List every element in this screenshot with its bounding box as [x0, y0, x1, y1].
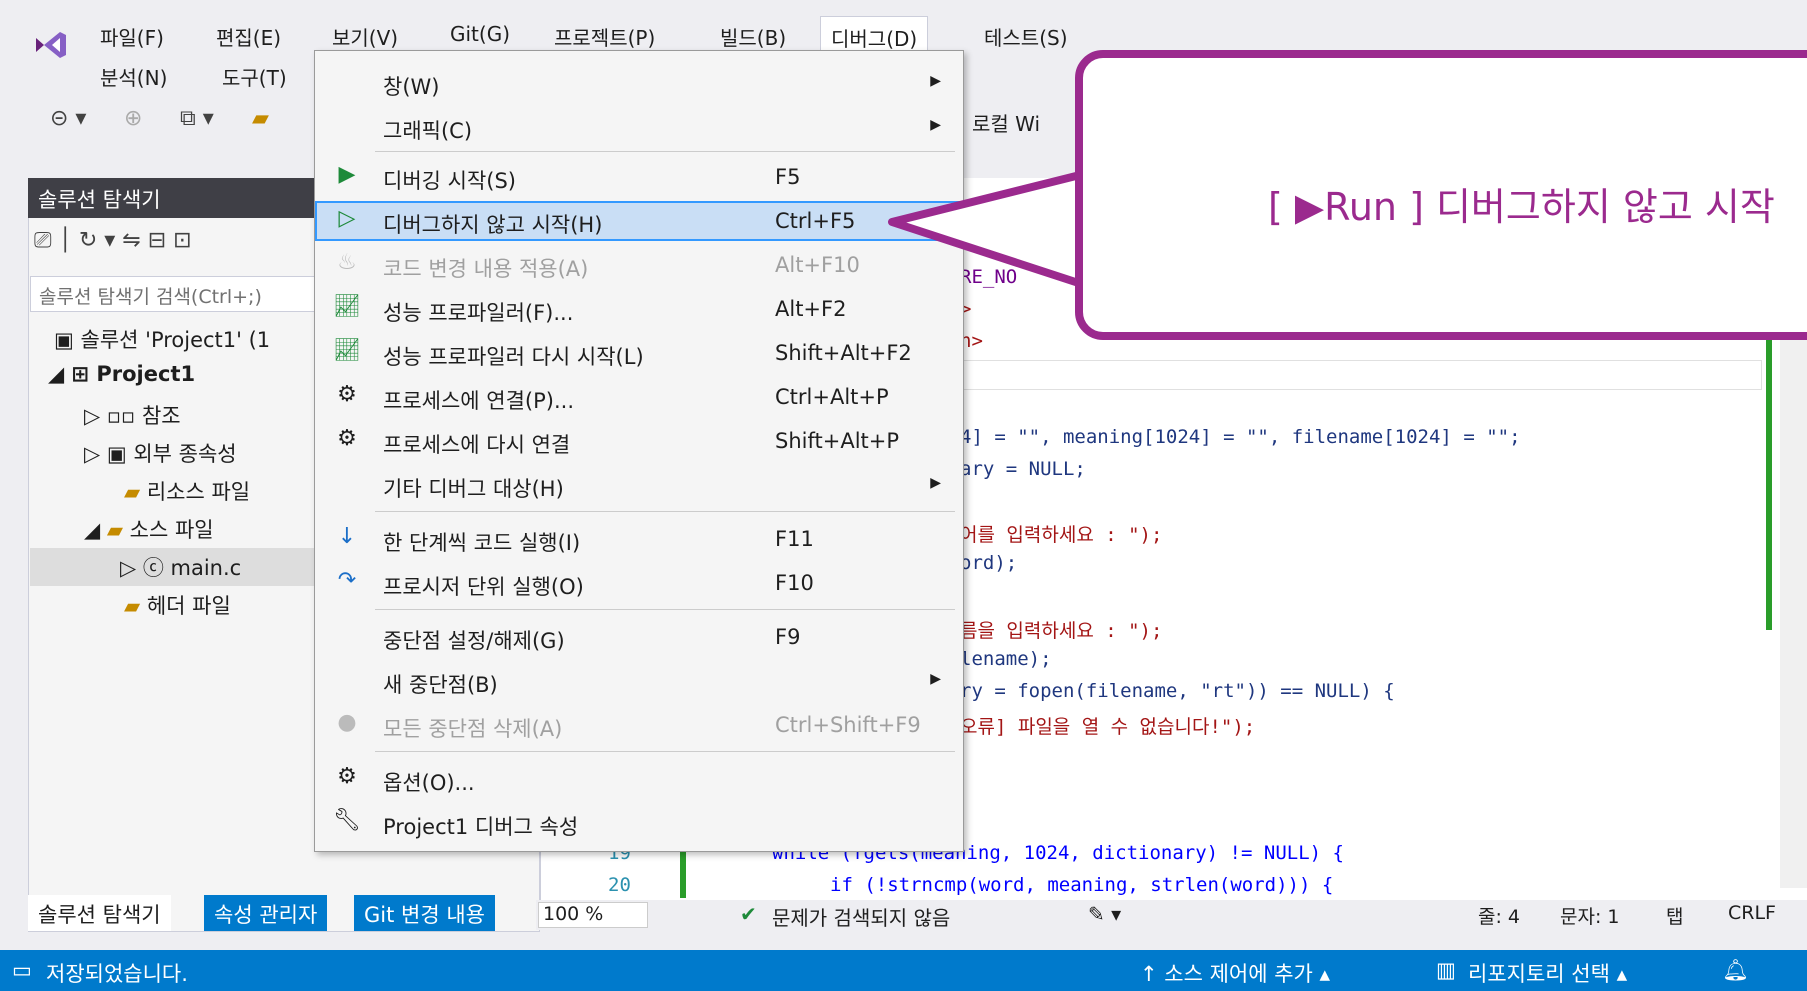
code-line-word: ord);	[960, 552, 1018, 574]
menu-item-reattach-to-process[interactable]: ⚙ 프로세스에 다시 연결 Shift+Alt+P	[315, 421, 963, 461]
code-line-prompt1: 어를 입력하세요 : ");	[960, 524, 1163, 546]
menu-item-attach-to-process[interactable]: ⚙ 프로세스에 연결(P)... Ctrl+Alt+P	[315, 377, 963, 417]
menu-item-other-debug-targets[interactable]: 기타 디버그 대상(H) ▶	[315, 465, 963, 505]
code-line-20: if (!strncmp(word, meaning, strlen(word)…	[830, 874, 1334, 896]
tree-project[interactable]: ◢ ⊞ Project1	[48, 362, 195, 386]
code-line-prompt2: 름을 입력하세요 : ");	[960, 620, 1163, 642]
menu-analyze[interactable]: 분석(N)	[100, 62, 167, 91]
tab-git-changes[interactable]: Git 변경 내용	[354, 895, 495, 931]
open-folder-icon[interactable]: ▰	[252, 106, 269, 131]
step-into-icon: ↓	[337, 524, 357, 549]
select-repository[interactable]: 리포지토리 선택 ▴	[1468, 958, 1627, 988]
menu-item-relaunch-profiler[interactable]: 📈︎ 성능 프로파일러 다시 시작(L) Shift+Alt+F2	[315, 333, 963, 373]
line-number-20: 20	[608, 874, 631, 896]
debug-menu-dropdown: 창(W) ▶ 그래픽(C) ▶ ▶ 디버깅 시작(S) F5 ▷ 디버그하지 않고 시…	[314, 50, 964, 852]
flame-icon: ♨	[337, 250, 357, 275]
change-marker	[1766, 300, 1772, 630]
tree-references[interactable]: ▷ ▫▫ 참조	[84, 400, 181, 430]
solution-explorer-toolbar: ⎚ │ ↻ ▾ ⇋ ⊟ ⊡	[34, 228, 192, 253]
delete-breakpoints-icon: ●	[337, 710, 357, 735]
wrench-icon: 🔧︎	[333, 808, 361, 833]
col-indicator[interactable]: 문자: 1	[1560, 902, 1620, 929]
submenu-arrow-icon: ▶	[930, 73, 941, 89]
zoom-select[interactable]: 100 %	[538, 902, 648, 928]
submenu-arrow-icon: ▶	[930, 671, 941, 687]
new-item-icon[interactable]: ⧉ ▾	[180, 106, 214, 131]
gear-icon: ⚙	[337, 764, 357, 789]
solution-search-input[interactable]: 솔루션 탐색기 검색(Ctrl+;)	[30, 276, 332, 312]
status-bar: ▭ 저장되었습니다. ↑ 소스 제어에 추가 ▴ ▥ 리포지토리 선택 ▴ 🔔︎	[0, 950, 1807, 991]
code-line-dict: ary = NULL;	[960, 458, 1086, 480]
current-line-highlight	[960, 360, 1762, 390]
menu-git[interactable]: Git(G)	[450, 22, 510, 46]
saved-status: 저장되었습니다.	[46, 962, 188, 986]
menu-project[interactable]: 프로젝트(P)	[554, 22, 655, 51]
repo-icon: ▥	[1436, 958, 1456, 982]
callout-text: [ ▶Run ] 디버그하지 않고 시작	[1268, 185, 1775, 229]
profiler-icon: 📈︎	[333, 338, 361, 363]
menu-item-start-debugging[interactable]: ▶ 디버깅 시작(S) F5	[315, 157, 963, 197]
tab-indicator[interactable]: 탭	[1666, 902, 1683, 929]
callout-joint	[1092, 160, 1132, 250]
saved-icon: ▭	[12, 958, 32, 982]
menu-item-toggle-breakpoint[interactable]: 중단점 설정/해제(G) F9	[315, 617, 963, 657]
forward-icon[interactable]: ⊕	[124, 106, 142, 131]
step-over-icon: ↷	[337, 568, 357, 593]
gears-icon: ⚙	[337, 426, 357, 451]
menu-item-performance-profiler[interactable]: 📈︎ 성능 프로파일러(F)... Alt+F2	[315, 289, 963, 329]
tree-source-files[interactable]: ◢ ▰ 소스 파일	[84, 514, 214, 544]
cleanup-icon[interactable]: ✎ ▾	[1088, 902, 1121, 926]
menu-item-new-breakpoint[interactable]: 새 중단점(B) ▶	[315, 661, 963, 701]
menu-tools[interactable]: 도구(T)	[222, 62, 287, 91]
menu-item-step-into[interactable]: ↓ 한 단계씩 코드 실행(I) F11	[315, 519, 963, 559]
tree-main-c[interactable]: ▷ ⓒ main.c	[120, 552, 241, 582]
menu-edit[interactable]: 편집(E)	[216, 22, 281, 51]
eol-indicator[interactable]: CRLF	[1728, 902, 1776, 924]
solution-search-placeholder: 솔루션 탐색기 검색(Ctrl+;)	[39, 286, 262, 308]
play-solid-icon: ▶	[338, 162, 356, 187]
issues-text[interactable]: 문제가 검색되지 않음	[772, 902, 950, 931]
menu-item-window[interactable]: 창(W) ▶	[315, 63, 963, 103]
local-windows-debugger[interactable]: 로컬 Wi	[972, 108, 1040, 137]
menu-build[interactable]: 빌드(B)	[720, 22, 786, 51]
submenu-arrow-icon: ▶	[930, 475, 941, 491]
notification-bell-icon[interactable]: 🔔︎	[1722, 958, 1749, 983]
solution-explorer-title: 솔루션 탐색기	[38, 188, 161, 212]
menu-view[interactable]: 보기(V)	[332, 22, 398, 51]
menu-item-debug-properties[interactable]: 🔧︎ Project1 디버그 속성	[315, 803, 963, 843]
code-line-error: 오류] 파일을 열 수 없습니다!");	[960, 716, 1256, 738]
submenu-arrow-icon: ▶	[930, 117, 941, 133]
tree-header-files[interactable]: ▰ 헤더 파일	[124, 590, 231, 620]
tree-solution[interactable]: ▣ 솔루션 'Project1' (1	[54, 324, 270, 354]
gears-icon: ⚙	[337, 382, 357, 407]
line-indicator[interactable]: 줄: 4	[1478, 902, 1520, 929]
code-line-filename: lename);	[960, 648, 1052, 670]
tab-solution-explorer[interactable]: 솔루션 탐색기	[28, 895, 171, 931]
menu-test[interactable]: 테스트(S)	[984, 22, 1068, 51]
menu-item-start-without-debugging[interactable]: ▷ 디버그하지 않고 시작(H) Ctrl+F5	[315, 201, 963, 241]
code-line-fopen: ry = fopen(filename, "rt")) == NULL) {	[960, 680, 1395, 702]
add-to-source-control[interactable]: ↑ 소스 제어에 추가 ▴	[1140, 958, 1330, 988]
tab-property-manager[interactable]: 속성 관리자	[204, 895, 328, 931]
check-icon: ✔	[740, 902, 757, 926]
tree-external-deps[interactable]: ▷ ▣ 외부 종속성	[84, 438, 237, 468]
play-outline-icon: ▷	[338, 206, 356, 231]
back-icon[interactable]: ⊝ ▾	[50, 106, 86, 131]
menu-item-delete-all-breakpoints[interactable]: ● 모든 중단점 삭제(A) Ctrl+Shift+F9	[315, 705, 963, 745]
menu-item-options[interactable]: ⚙ 옵션(O)...	[315, 759, 963, 799]
vs-logo-icon	[34, 30, 68, 60]
profiler-icon: 📈︎	[333, 294, 361, 319]
menu-item-graphics[interactable]: 그래픽(C) ▶	[315, 107, 963, 147]
menu-file[interactable]: 파일(F)	[100, 22, 164, 51]
code-line-decl: 4] = "", meaning[1024] = "", filename[10…	[960, 426, 1521, 448]
tree-resource-files[interactable]: ▰ 리소스 파일	[124, 476, 250, 506]
menu-item-apply-code-changes[interactable]: ♨ 코드 변경 내용 적용(A) Alt+F10	[315, 245, 963, 285]
editor-status-row: 100 % ✔ 문제가 검색되지 않음 ✎ ▾ 줄: 4 문자: 1 탭 CRL…	[536, 900, 1807, 930]
menu-item-step-over[interactable]: ↷ 프로시저 단위 실행(O) F10	[315, 563, 963, 603]
callout-box: [ ▶Run ] 디버그하지 않고 시작	[1075, 50, 1807, 340]
